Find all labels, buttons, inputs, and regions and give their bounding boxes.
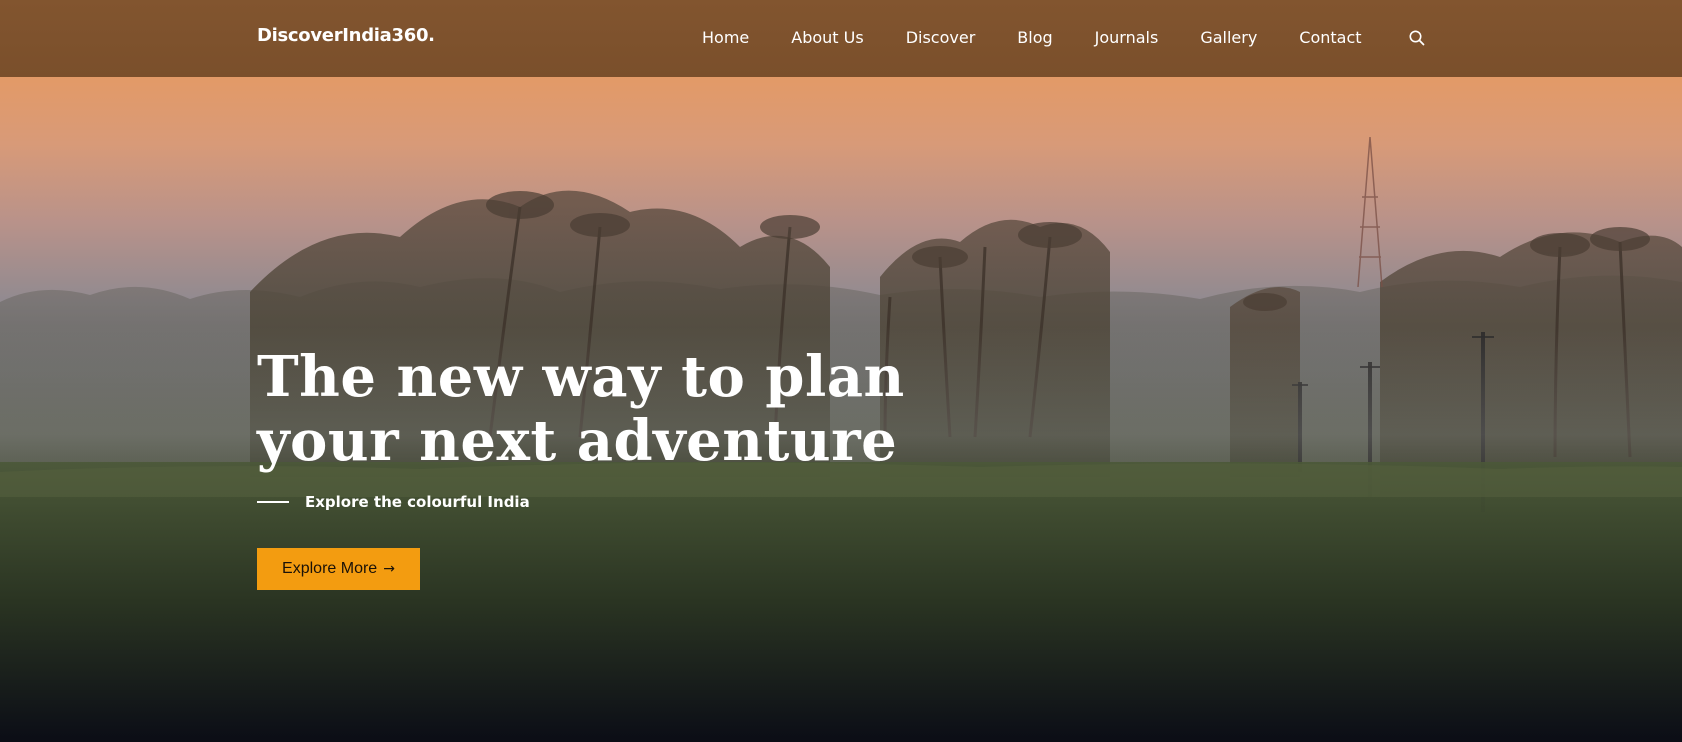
hero-tagline: Explore the colourful India — [257, 493, 530, 511]
hero-section: The new way to plan your next adventure … — [0, 77, 1682, 742]
explore-more-button[interactable]: Explore More → — [257, 548, 420, 590]
tagline-divider — [257, 501, 289, 503]
hero-title-line-2: your next adventure — [257, 408, 898, 474]
nav-link-about-us[interactable]: About Us — [791, 27, 863, 49]
nav-link-home[interactable]: Home — [702, 27, 749, 49]
hero-title-line-1: The new way to plan — [257, 344, 905, 410]
nav-link-blog[interactable]: Blog — [1017, 27, 1052, 49]
nav-link-contact[interactable]: Contact — [1299, 27, 1361, 49]
brand-logo[interactable]: DiscoverIndia360. — [257, 25, 435, 46]
navbar: DiscoverIndia360. Home About Us Discover… — [0, 0, 1682, 77]
nav-link-gallery[interactable]: Gallery — [1200, 27, 1257, 49]
arrow-right-icon: → — [383, 561, 395, 577]
main-nav: Home About Us Discover Blog Journals Gal… — [702, 27, 1362, 49]
nav-link-discover[interactable]: Discover — [906, 27, 976, 49]
page: DiscoverIndia360. Home About Us Discover… — [0, 0, 1682, 742]
search-icon[interactable] — [1408, 29, 1426, 47]
tagline-text: Explore the colourful India — [305, 493, 530, 511]
hero-title: The new way to plan your next adventure — [257, 345, 905, 473]
explore-more-label: Explore More — [282, 560, 378, 577]
nav-link-journals[interactable]: Journals — [1095, 27, 1159, 49]
